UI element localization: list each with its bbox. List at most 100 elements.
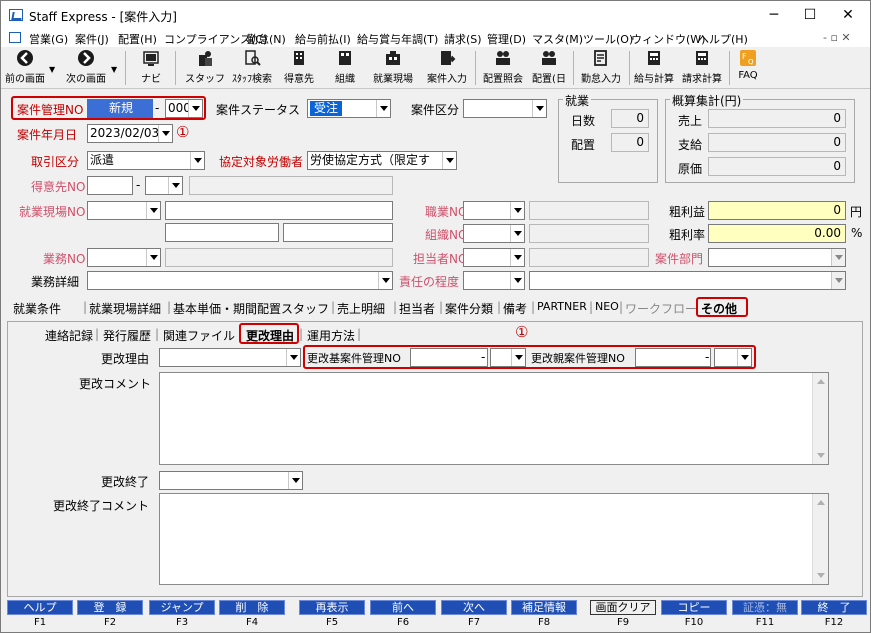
menu-case[interactable]: 案件(J) bbox=[75, 31, 109, 47]
f6-prev-button[interactable]: 前へ bbox=[370, 600, 436, 615]
f12-exit-button[interactable]: 終 了 bbox=[801, 600, 867, 615]
tab-notes[interactable]: 備考 bbox=[503, 300, 527, 317]
menu-window[interactable]: ウィンドウ(W) bbox=[631, 31, 705, 47]
subtab-issue-history[interactable]: 発行履歴 bbox=[103, 327, 151, 344]
menu-master[interactable]: マスタ(M) bbox=[532, 31, 583, 47]
job-detail-select[interactable] bbox=[87, 271, 393, 290]
responsibility-select[interactable] bbox=[463, 271, 525, 290]
payroll-calc-button[interactable]: 給与計算 bbox=[631, 49, 677, 87]
tab-work-conditions[interactable]: 就業条件 bbox=[13, 300, 61, 317]
chevron-down-icon bbox=[188, 100, 202, 117]
f7-next-button[interactable]: 次へ bbox=[441, 600, 507, 615]
parent-case-dash: - bbox=[705, 350, 710, 364]
staff-search-button[interactable]: ｽﾀｯﾌ検索 bbox=[229, 49, 275, 87]
placement-inquiry-button[interactable]: 配置照会 bbox=[479, 49, 527, 87]
f4-delete-button[interactable]: 削 除 bbox=[219, 600, 285, 615]
placement-day-button[interactable]: 配置(日 bbox=[529, 49, 569, 87]
org-no-select[interactable] bbox=[463, 224, 525, 243]
tab-unit-price-staff[interactable]: 基本単価・期間配置スタッフ bbox=[173, 300, 329, 317]
person-no-select[interactable] bbox=[463, 248, 525, 267]
renewal-comment-textarea[interactable] bbox=[159, 372, 829, 465]
site-name-input[interactable] bbox=[165, 201, 393, 220]
scrollbar[interactable] bbox=[812, 494, 828, 584]
org-button[interactable]: 組織 bbox=[327, 49, 363, 87]
occupation-no-select[interactable] bbox=[463, 201, 525, 220]
f11-evidence-button[interactable]: 証憑：無 bbox=[732, 600, 798, 615]
trade-type-select[interactable]: 派遣 bbox=[87, 151, 205, 170]
f1-key-label: F1 bbox=[33, 617, 47, 628]
site-no-label: 就業現場NO bbox=[19, 205, 86, 219]
parent-case-no-label: 更改親案件管理NO bbox=[531, 352, 625, 365]
scrollbar[interactable] bbox=[812, 373, 828, 464]
dept-select[interactable] bbox=[708, 248, 846, 267]
tab-case-classification[interactable]: 案件分類 bbox=[445, 300, 493, 317]
client-button[interactable]: 得意先 bbox=[277, 49, 321, 87]
minimize-button[interactable]: ─ bbox=[757, 5, 791, 25]
navi-button[interactable]: ナビ bbox=[133, 49, 169, 87]
parent-case-branch-select[interactable] bbox=[714, 348, 752, 367]
f1-help-button[interactable]: ヘルプ bbox=[7, 600, 73, 615]
menu-placement[interactable]: 配置(H) bbox=[118, 31, 157, 47]
case-branch-select[interactable]: 000 bbox=[165, 99, 203, 118]
attendance-input-button[interactable]: 勤怠入力 bbox=[577, 49, 625, 87]
faq-button[interactable]: FQ FAQ bbox=[733, 49, 763, 87]
menu-attendance[interactable]: 勤怠(N) bbox=[247, 31, 286, 47]
close-button[interactable]: ✕ bbox=[831, 5, 865, 25]
parent-case-no-input[interactable] bbox=[635, 348, 711, 367]
menu-help[interactable]: ヘルプ(H) bbox=[698, 31, 748, 47]
menu-admin[interactable]: 管理(D) bbox=[487, 31, 526, 47]
f2-register-button[interactable]: 登 録 bbox=[77, 600, 143, 615]
tab-partner[interactable]: PARTNER bbox=[537, 300, 587, 313]
agreement-select[interactable]: 労使協定方式（限定す bbox=[307, 151, 457, 170]
prev-dropdown-icon[interactable]: ▼ bbox=[49, 65, 55, 74]
case-status-select[interactable]: 受注 bbox=[307, 99, 391, 118]
job-no-select[interactable] bbox=[87, 248, 161, 267]
case-input-button[interactable]: 案件入力 bbox=[423, 49, 471, 87]
f10-copy-button[interactable]: コピー bbox=[661, 600, 727, 615]
site-no-select[interactable] bbox=[87, 201, 161, 220]
site-address-input-2[interactable] bbox=[283, 223, 393, 242]
billing-icon bbox=[696, 51, 708, 65]
case-date-picker[interactable]: 2023/02/03 bbox=[87, 124, 173, 143]
f9-clear-button[interactable]: 画面クリア bbox=[590, 600, 656, 615]
f5-refresh-button[interactable]: 再表示 bbox=[299, 600, 365, 615]
days-value: 0 bbox=[611, 109, 649, 128]
menu-tools[interactable]: ツール(O) bbox=[583, 31, 633, 47]
subtab-operation[interactable]: 運用方法 bbox=[307, 327, 355, 344]
staff-button[interactable]: スタッフ bbox=[183, 49, 227, 87]
mdi-controls[interactable]: - ▫ ✕ bbox=[823, 31, 851, 44]
mdi-doc-icon[interactable] bbox=[9, 32, 21, 43]
renewal-reason-select[interactable] bbox=[159, 348, 301, 367]
menu-advance[interactable]: 給与前払(I) bbox=[295, 31, 351, 47]
base-case-no-input[interactable] bbox=[410, 348, 488, 367]
menu-billing[interactable]: 請求(S) bbox=[444, 31, 482, 47]
f3-jump-button[interactable]: ジャンプ bbox=[149, 600, 215, 615]
base-case-branch-select[interactable] bbox=[490, 348, 526, 367]
tab-neo[interactable]: NEO bbox=[595, 300, 619, 313]
menu-payroll[interactable]: 給与賞与年調(T) bbox=[357, 31, 438, 47]
case-no-label: 案件管理NO bbox=[17, 103, 84, 117]
case-category-select[interactable] bbox=[463, 99, 547, 118]
renewal-end-comment-textarea[interactable] bbox=[159, 493, 829, 585]
client-branch-select[interactable] bbox=[145, 176, 183, 195]
client-no-input[interactable] bbox=[87, 176, 133, 195]
f10-key-label: F10 bbox=[684, 617, 704, 628]
site-button[interactable]: 就業現場 bbox=[369, 49, 417, 87]
next-dropdown-icon[interactable]: ▼ bbox=[111, 65, 117, 74]
renewal-end-select[interactable] bbox=[159, 471, 303, 490]
site-address-input-1[interactable] bbox=[165, 223, 279, 242]
subtab-related-files[interactable]: 関連ファイル bbox=[163, 327, 235, 344]
tab-person[interactable]: 担当者 bbox=[399, 300, 435, 317]
tab-site-detail[interactable]: 就業現場詳細 bbox=[89, 300, 161, 317]
tab-sales-detail[interactable]: 売上明細 bbox=[337, 300, 385, 317]
responsibility-detail-select[interactable] bbox=[529, 271, 846, 290]
prev-screen-button[interactable]: 前の画面 bbox=[3, 49, 47, 87]
billing-calc-button[interactable]: 請求計算 bbox=[679, 49, 725, 87]
maximize-button[interactable]: ☐ bbox=[793, 5, 827, 25]
case-no-input[interactable]: 新規 bbox=[87, 99, 153, 118]
tab-workflow[interactable]: ワークフロー bbox=[625, 300, 697, 317]
next-screen-button[interactable]: 次の画面 bbox=[63, 49, 109, 87]
menu-sales[interactable]: 営業(G) bbox=[29, 31, 68, 47]
f8-supplement-button[interactable]: 補足情報 bbox=[511, 600, 577, 615]
subtab-contact-log[interactable]: 連絡記録 bbox=[45, 327, 93, 344]
